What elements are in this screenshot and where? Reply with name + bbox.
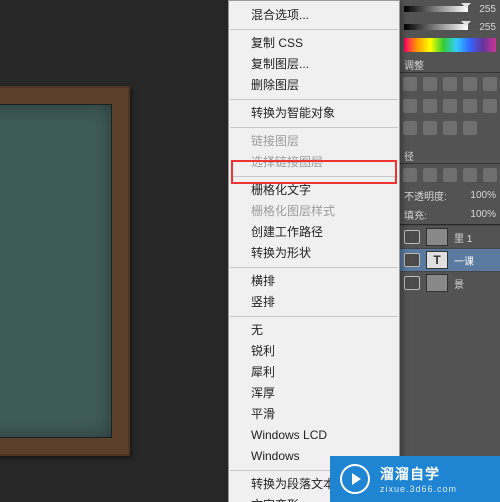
panel-tabs: 调整 — [400, 54, 500, 73]
layer-thumb[interactable] — [426, 274, 448, 292]
adjustments-icons[interactable] — [400, 73, 500, 95]
layers-list: 里 1 T 一课 景 — [400, 224, 500, 294]
adjustments-icons-3[interactable] — [400, 117, 500, 139]
menu-rasterize-type[interactable]: 栅格化文字 — [229, 180, 399, 201]
opacity-label: 不透明度: — [404, 188, 447, 203]
menu-select-linked: 选择链接图层 — [229, 152, 399, 173]
kind-icon[interactable] — [423, 168, 437, 182]
panels-dock: 255 255 调整 径 不透明度: 100% 填充: — [399, 0, 500, 502]
menu-aa-crisp[interactable]: 犀利 — [229, 362, 399, 383]
menu-horizontal[interactable]: 横排 — [229, 271, 399, 292]
layer-row[interactable]: 里 1 — [400, 225, 500, 248]
adj-icon[interactable] — [403, 99, 417, 113]
menu-aa-sharp[interactable]: 锐利 — [229, 341, 399, 362]
adj-icon[interactable] — [443, 121, 457, 135]
menu-rasterize-layer-style: 栅格化图层样式 — [229, 201, 399, 222]
layer-row[interactable]: 景 — [400, 271, 500, 294]
layer-label: 一课 — [454, 253, 474, 268]
watermark-title: 溜溜自学 — [380, 464, 457, 484]
document-frame — [0, 86, 130, 456]
menu-separator — [230, 29, 398, 30]
menu-delete-layer[interactable]: 删除图层 — [229, 75, 399, 96]
tab-paths[interactable]: 径 — [404, 148, 414, 163]
adj-icon[interactable] — [423, 121, 437, 135]
adj-icon[interactable] — [463, 99, 477, 113]
fill-value[interactable]: 100% — [470, 209, 496, 220]
visibility-icon[interactable] — [404, 253, 420, 267]
menu-convert-to-shape[interactable]: 转换为形状 — [229, 243, 399, 264]
adj-icon[interactable] — [403, 121, 417, 135]
menu-separator — [230, 267, 398, 268]
adj-icon[interactable] — [483, 77, 497, 91]
adj-icon[interactable] — [443, 99, 457, 113]
adj-icon[interactable] — [463, 121, 477, 135]
text-layer-thumb[interactable]: T — [426, 251, 448, 269]
layer-label: 里 1 — [454, 230, 472, 245]
kind-icon[interactable] — [403, 168, 417, 182]
menu-separator — [230, 176, 398, 177]
value: 255 — [472, 4, 496, 15]
menu-aa-smooth[interactable]: 平滑 — [229, 404, 399, 425]
kind-icon[interactable] — [443, 168, 457, 182]
menu-vertical[interactable]: 竖排 — [229, 292, 399, 313]
adj-icon[interactable] — [443, 77, 457, 91]
menu-blending-options[interactable]: 混合选项... — [229, 5, 399, 26]
opacity-value[interactable]: 100% — [470, 190, 496, 201]
value: 255 — [472, 22, 496, 33]
adj-icon[interactable] — [423, 99, 437, 113]
menu-duplicate-layer[interactable]: 复制图层... — [229, 54, 399, 75]
slider[interactable] — [404, 24, 468, 30]
tab-adjust[interactable]: 调整 — [404, 57, 424, 72]
layer-thumb[interactable] — [426, 228, 448, 246]
layer-row[interactable]: T 一课 — [400, 248, 500, 271]
slider[interactable] — [404, 6, 468, 12]
color-ramp[interactable] — [404, 38, 496, 52]
document-content — [0, 104, 112, 438]
adj-icon[interactable] — [463, 77, 477, 91]
watermark: 溜溜自学 zixue.3d66.com — [330, 456, 500, 502]
fill-label: 填充: — [404, 207, 427, 222]
adjustments-icons-2[interactable] — [400, 95, 500, 117]
kind-icon[interactable] — [463, 168, 477, 182]
watermark-sub: zixue.3d66.com — [380, 484, 457, 494]
visibility-icon[interactable] — [404, 276, 420, 290]
menu-windows-lcd[interactable]: Windows LCD — [229, 425, 399, 446]
menu-separator — [230, 99, 398, 100]
adj-icon[interactable] — [403, 77, 417, 91]
menu-create-work-path[interactable]: 创建工作路径 — [229, 222, 399, 243]
menu-link-layers: 链接图层 — [229, 131, 399, 152]
menu-separator — [230, 316, 398, 317]
menu-separator — [230, 127, 398, 128]
menu-convert-smart-object[interactable]: 转换为智能对象 — [229, 103, 399, 124]
visibility-icon[interactable] — [404, 230, 420, 244]
type-presets[interactable] — [400, 164, 500, 186]
adj-icon[interactable] — [483, 99, 497, 113]
adj-icon[interactable] — [423, 77, 437, 91]
play-icon — [340, 464, 370, 494]
menu-aa-none[interactable]: 无 — [229, 320, 399, 341]
layer-label: 景 — [454, 276, 464, 291]
context-menu: 混合选项... 复制 CSS 复制图层... 删除图层 转换为智能对象 链接图层… — [228, 0, 400, 502]
menu-aa-strong[interactable]: 浑厚 — [229, 383, 399, 404]
menu-copy-css[interactable]: 复制 CSS — [229, 33, 399, 54]
kind-icon[interactable] — [483, 168, 497, 182]
